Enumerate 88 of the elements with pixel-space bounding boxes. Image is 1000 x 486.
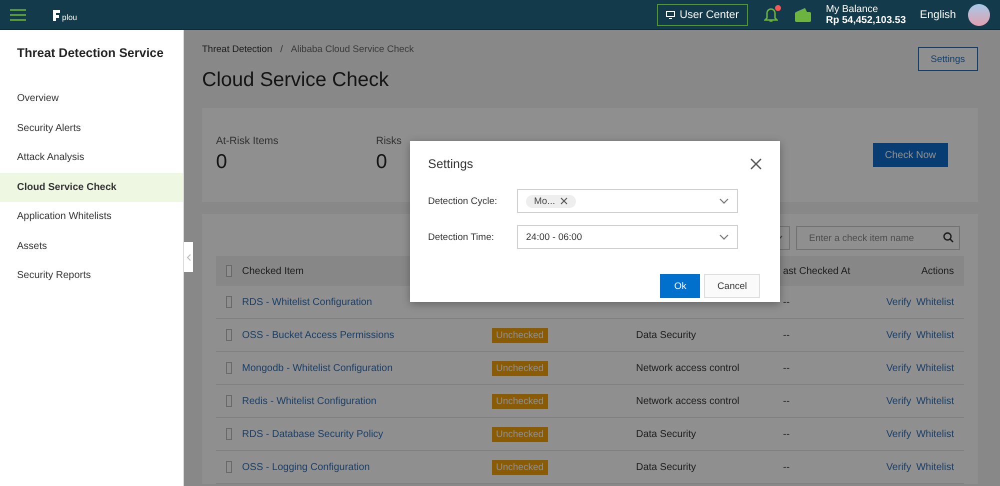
action-link[interactable]: Verify [886,296,912,308]
close-icon[interactable] [750,158,762,170]
chevron-left-icon [186,254,190,260]
check-item-link[interactable]: RDS - Whitelist Configuration [242,296,372,308]
action-link[interactable]: Verify [886,362,912,374]
dialog-title: Settings [428,157,474,171]
table-cell: -- [783,428,790,440]
column-header: Actions [921,266,954,276]
checkbox[interactable] [226,461,232,473]
action-link[interactable]: Verify [886,428,912,440]
monitor-icon [666,10,675,18]
selected-tag: Mo... [526,194,576,208]
checkbox[interactable] [226,362,232,374]
stat-value: 0 [376,151,388,174]
check-now-button[interactable]: Check Now [872,143,948,167]
wallet-icon[interactable] [794,6,812,22]
menu-icon[interactable] [10,8,26,20]
sidebar-title: Threat Detection Service [16,46,165,60]
table-cell: -- [783,396,790,406]
status-badge: Unchecked [492,360,548,376]
check-item-link[interactable]: OSS - Bucket Access Permissions [242,330,394,340]
action-link[interactable]: Whitelist [916,428,954,440]
search-icon[interactable] [943,232,954,243]
table-cell: Data Security [636,462,696,472]
ok-button[interactable]: Ok [660,274,700,298]
remove-icon[interactable] [560,197,568,205]
settings-button[interactable]: Settings [918,47,978,71]
table-cell: Network access control [636,362,740,374]
logo-icon [52,8,61,22]
page-title: Cloud Service Check [202,69,389,92]
bell-icon[interactable] [764,6,778,22]
status-badge: Unchecked [492,460,548,474]
field-label: Detection Time: [428,232,495,242]
action-link[interactable]: Whitelist [916,296,954,308]
checkbox[interactable] [226,265,232,277]
stat-value: 0 [216,151,228,174]
status-badge: Unchecked [492,328,548,342]
balance-amount: Rp 54,452,103.53 [826,14,906,26]
table-cell: Data Security [636,428,696,440]
stat-label: Risks [376,135,402,147]
action-link[interactable]: Verify [886,330,912,340]
tag-select[interactable]: Mo... [517,189,738,213]
check-item-link[interactable]: Mongodb - Whitelist Configuration [242,362,393,374]
sidebar-item[interactable]: Application Whitelists [0,202,183,232]
checkbox[interactable] [226,296,232,308]
cancel-button[interactable]: Cancel [704,274,760,298]
check-item-link[interactable]: RDS - Database Security Policy [242,428,384,440]
action-link[interactable]: Whitelist [916,462,954,472]
action-link[interactable]: Whitelist [916,362,954,374]
table-cell: -- [783,330,790,340]
balance-label: My Balance [826,4,880,14]
collapse-handle[interactable] [184,242,193,272]
language-selector[interactable]: English [920,8,956,20]
action-link[interactable]: Whitelist [916,396,954,406]
checkbox[interactable] [226,428,232,440]
status-badge: Unchecked [492,426,548,442]
select-field[interactable]: 24:00 - 06:00 [517,225,738,249]
column-header: ast Checked At [783,266,850,276]
column-header: Checked Item [242,266,304,276]
field-label: Detection Cycle: [428,196,498,206]
action-link[interactable]: Whitelist [916,330,954,340]
table-cell: Network access control [636,396,740,406]
sidebar-item[interactable]: Security Alerts [0,114,183,143]
sidebar-item[interactable]: Assets [0,232,183,261]
table-cell: -- [783,296,790,308]
sidebar-item[interactable]: Cloud Service Check [0,172,183,202]
checkbox[interactable] [226,395,232,407]
caret-icon [719,198,729,204]
brand-name: plou [62,12,78,22]
checkbox[interactable] [226,329,232,341]
table-cell: -- [783,362,790,374]
sidebar-item[interactable]: Overview [0,84,183,114]
action-link[interactable]: Verify [886,396,912,406]
caret-icon [719,234,729,240]
sidebar-item[interactable]: Security Reports [0,261,183,290]
user-avatar[interactable] [968,4,990,26]
stat-label: At-Risk Items [216,135,278,147]
breadcrumb-link[interactable]: Threat Detection [202,44,272,55]
status-badge: Unchecked [492,394,548,408]
action-link[interactable]: Verify [886,462,912,472]
table-cell: -- [783,462,790,472]
check-item-link[interactable]: OSS - Logging Configuration [242,462,370,472]
search-field[interactable]: Enter a check item name [796,226,960,250]
table-cell: Data Security [636,330,696,340]
check-item-link[interactable]: Redis - Whitelist Configuration [242,396,376,406]
breadcrumb-separator: / [280,44,283,55]
sidebar-item[interactable]: Attack Analysis [0,143,183,172]
user-center-button[interactable]: User Center [656,4,748,26]
